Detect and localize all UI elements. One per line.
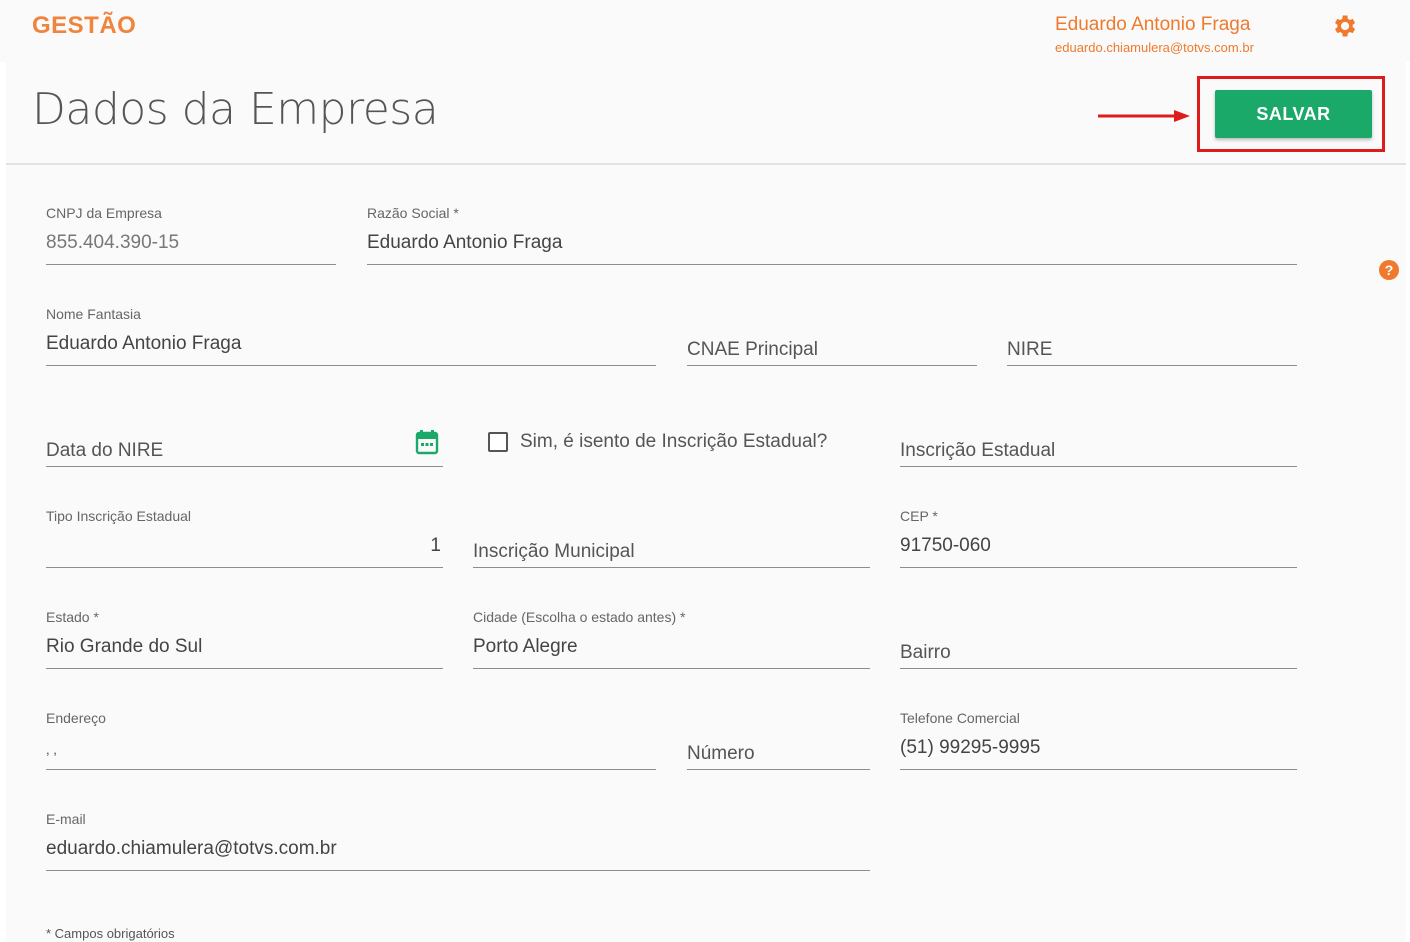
inscricao-estadual-field[interactable]: Inscrição Estadual bbox=[900, 407, 1297, 467]
nire-placeholder: NIRE bbox=[1007, 339, 1053, 360]
razao-social-value: Eduardo Antonio Fraga bbox=[367, 232, 563, 253]
required-fields-note: * Campos obrigatórios bbox=[46, 926, 175, 941]
nome-fantasia-value: Eduardo Antonio Fraga bbox=[46, 333, 242, 354]
isento-ie-label: Sim, é isento de Inscrição Estadual? bbox=[520, 431, 828, 452]
gear-icon[interactable] bbox=[1330, 12, 1358, 40]
help-icon[interactable]: ? bbox=[1379, 260, 1399, 280]
tipo-ie-label: Tipo Inscrição Estadual bbox=[46, 508, 191, 524]
razao-social-field[interactable]: Razão Social * Eduardo Antonio Fraga bbox=[367, 205, 1297, 265]
calendar-icon[interactable] bbox=[415, 429, 439, 455]
save-button[interactable]: SALVAR bbox=[1215, 90, 1372, 138]
nome-fantasia-field[interactable]: Nome Fantasia Eduardo Antonio Fraga bbox=[46, 306, 656, 366]
estado-value: Rio Grande do Sul bbox=[46, 636, 203, 657]
cnpj-value: 855.404.390-15 bbox=[46, 232, 180, 253]
endereco-value: , , bbox=[46, 742, 57, 757]
email-value: eduardo.chiamulera@totvs.com.br bbox=[46, 838, 337, 859]
page-panel bbox=[6, 0, 1406, 942]
tipo-ie-field[interactable]: Tipo Inscrição Estadual 1 bbox=[46, 508, 443, 568]
header-divider bbox=[6, 163, 1406, 165]
inscricao-municipal-field[interactable]: Inscrição Municipal bbox=[473, 508, 870, 568]
bairro-placeholder: Bairro bbox=[900, 642, 951, 663]
arrow-icon bbox=[1098, 110, 1190, 122]
numero-placeholder: Número bbox=[687, 743, 755, 764]
page-title: Dados da Empresa bbox=[32, 84, 439, 135]
nire-field[interactable]: NIRE bbox=[1007, 306, 1297, 366]
nome-fantasia-label: Nome Fantasia bbox=[46, 306, 141, 322]
user-name: Eduardo Antonio Fraga bbox=[1055, 14, 1251, 35]
user-email: eduardo.chiamulera@totvs.com.br bbox=[1055, 40, 1254, 55]
cidade-label: Cidade (Escolha o estado antes) * bbox=[473, 609, 686, 625]
cep-label: CEP * bbox=[900, 508, 938, 524]
email-field[interactable]: E-mail eduardo.chiamulera@totvs.com.br bbox=[46, 811, 870, 871]
cnpj-field[interactable]: CNPJ da Empresa 855.404.390-15 bbox=[46, 205, 336, 265]
numero-field[interactable]: Número bbox=[687, 710, 870, 770]
estado-label: Estado * bbox=[46, 609, 99, 625]
brand-logo[interactable]: GESTÃO bbox=[32, 12, 136, 40]
razao-social-label: Razão Social * bbox=[367, 205, 459, 221]
inscricao-municipal-placeholder: Inscrição Municipal bbox=[473, 541, 635, 562]
data-nire-field[interactable]: Data do NIRE bbox=[46, 407, 443, 467]
data-nire-placeholder: Data do NIRE bbox=[46, 440, 164, 461]
cnae-placeholder: CNAE Principal bbox=[687, 339, 818, 360]
email-label: E-mail bbox=[46, 811, 86, 827]
cep-field[interactable]: CEP * 91750-060 bbox=[900, 508, 1297, 568]
telefone-label: Telefone Comercial bbox=[900, 710, 1020, 726]
bairro-field[interactable]: Bairro bbox=[900, 609, 1297, 669]
cidade-value: Porto Alegre bbox=[473, 636, 578, 657]
tipo-ie-value: 1 bbox=[430, 535, 441, 556]
telefone-field[interactable]: Telefone Comercial (51) 99295-9995 bbox=[900, 710, 1297, 770]
telefone-value: (51) 99295-9995 bbox=[900, 737, 1041, 758]
cep-value: 91750-060 bbox=[900, 535, 991, 556]
endereco-field[interactable]: Endereço , , bbox=[46, 710, 656, 770]
inscricao-estadual-placeholder: Inscrição Estadual bbox=[900, 440, 1056, 461]
cnae-field[interactable]: CNAE Principal bbox=[687, 306, 977, 366]
estado-field[interactable]: Estado * Rio Grande do Sul bbox=[46, 609, 443, 669]
cnpj-label: CNPJ da Empresa bbox=[46, 205, 162, 221]
top-bar: GESTÃO Eduardo Antonio Fraga eduardo.chi… bbox=[0, 0, 1410, 62]
checkbox-box[interactable] bbox=[488, 432, 508, 452]
cidade-field[interactable]: Cidade (Escolha o estado antes) * Porto … bbox=[473, 609, 870, 669]
endereco-label: Endereço bbox=[46, 710, 106, 726]
